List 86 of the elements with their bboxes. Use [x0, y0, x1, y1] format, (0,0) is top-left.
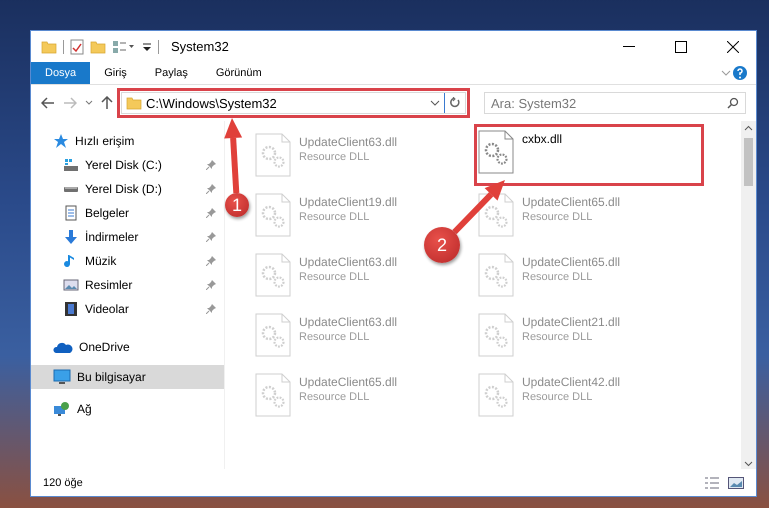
- folder-icon: [41, 38, 57, 54]
- large-icons-view-icon[interactable]: [728, 476, 744, 488]
- file-name: UpdateClient65.dll: [299, 375, 398, 389]
- item-count: 120 öğe: [43, 476, 83, 488]
- file-name: UpdateClient42.dll: [522, 375, 620, 389]
- properties-icon[interactable]: [70, 38, 84, 54]
- details-view-icon[interactable]: [704, 476, 720, 488]
- maximize-icon[interactable]: [675, 40, 687, 52]
- file-name: UpdateClient65.dll: [522, 255, 620, 269]
- refresh-icon[interactable]: [449, 97, 461, 109]
- new-folder-icon: [90, 38, 106, 54]
- nav-item[interactable]: OneDrive: [31, 335, 224, 359]
- file-name: cxbx.dll: [522, 132, 562, 146]
- nav-item[interactable]: Müzik: [31, 249, 224, 273]
- ribbon-tab[interactable]: Görünüm: [202, 62, 276, 84]
- nav-item[interactable]: Belgeler: [31, 201, 224, 225]
- star-icon: [53, 133, 69, 149]
- pin-icon[interactable]: [206, 184, 216, 194]
- up-arrow-icon[interactable]: [101, 96, 113, 110]
- document-icon: [63, 205, 79, 221]
- pin-icon[interactable]: [206, 256, 216, 266]
- pin-icon[interactable]: [206, 208, 216, 218]
- window-title: System32: [171, 39, 230, 54]
- view-options-icon[interactable]: [112, 40, 136, 54]
- pin-icon[interactable]: [206, 232, 216, 242]
- nav-item[interactable]: Yerel Disk (D:): [31, 177, 224, 201]
- dropdown-caret-icon[interactable]: [430, 99, 440, 107]
- recent-caret-icon[interactable]: [85, 100, 93, 106]
- pin-icon[interactable]: [206, 280, 216, 290]
- file-type: Resource DLL: [522, 331, 594, 343]
- file-gears-icon: [478, 313, 514, 357]
- film-icon: [63, 301, 79, 317]
- file-name: UpdateClient21.dll: [522, 315, 620, 329]
- nav-item[interactable]: Hızlı erişim: [31, 129, 224, 153]
- file-type: Resource DLL: [522, 271, 594, 283]
- file-gears-icon: [255, 373, 291, 417]
- file-name: UpdateClient19.dll: [299, 195, 398, 209]
- file-gears-icon: [478, 193, 514, 237]
- file-type: Resource DLL: [299, 211, 370, 223]
- monitor-icon: [53, 369, 71, 385]
- pin-icon[interactable]: [206, 304, 216, 314]
- nav-item[interactable]: Bu bilgisayar: [31, 365, 224, 389]
- folder-icon: [126, 95, 142, 111]
- file-gears-icon: [255, 253, 291, 297]
- nav-item[interactable]: Resimler: [31, 273, 224, 297]
- file-name: UpdateClient65.dll: [522, 195, 620, 209]
- ribbon-tab[interactable]: Dosya: [31, 62, 90, 84]
- file-item[interactable]: cxbx.dll: [476, 126, 702, 184]
- scrollbar[interactable]: [741, 121, 756, 469]
- close-icon[interactable]: [727, 40, 739, 52]
- file-gears-icon: [255, 133, 291, 177]
- file-name: UpdateClient63.dll: [299, 315, 398, 329]
- file-gears-icon: [478, 130, 514, 174]
- customize-caret-icon[interactable]: [142, 42, 152, 52]
- file-gears-icon: [478, 253, 514, 297]
- file-type: Resource DLL: [299, 331, 370, 343]
- scroll-up-icon[interactable]: [744, 125, 753, 131]
- scrollbar-thumb[interactable]: [744, 138, 753, 186]
- picture-icon: [63, 277, 79, 293]
- drive-icon: [64, 186, 78, 192]
- file-gears-icon: [255, 193, 291, 237]
- drive-icon: [63, 157, 79, 173]
- file-type: Resource DLL: [299, 391, 370, 403]
- file-name: UpdateClient63.dll: [299, 135, 398, 149]
- ribbon-tab[interactable]: Giriş: [90, 62, 141, 84]
- nav-item[interactable]: İndirmeler: [31, 225, 224, 249]
- down-arrow-icon: [63, 229, 79, 245]
- pointer-arrow: [452, 180, 505, 234]
- ribbon-tab[interactable]: Paylaş: [140, 62, 202, 84]
- cloud-icon: [53, 340, 73, 354]
- nav-item[interactable]: Videolar: [31, 297, 224, 321]
- nav-item[interactable]: Yerel Disk (C:): [31, 153, 224, 177]
- search-field[interactable]: Ara: System32: [484, 92, 746, 114]
- file-type: Resource DLL: [299, 271, 370, 283]
- nav-item[interactable]: Ağ: [31, 397, 224, 421]
- scroll-down-icon[interactable]: [744, 461, 753, 467]
- search-icon[interactable]: [727, 97, 739, 109]
- file-gears-icon: [255, 313, 291, 357]
- back-arrow-icon[interactable]: [41, 97, 55, 109]
- file-name: UpdateClient63.dll: [299, 255, 398, 269]
- file-type: Resource DLL: [522, 391, 594, 403]
- file-type: Resource DLL: [299, 151, 370, 163]
- network-icon: [53, 401, 71, 417]
- file-type: Resource DLL: [522, 211, 594, 223]
- file-gears-icon: [478, 373, 514, 417]
- pin-icon[interactable]: [206, 160, 216, 170]
